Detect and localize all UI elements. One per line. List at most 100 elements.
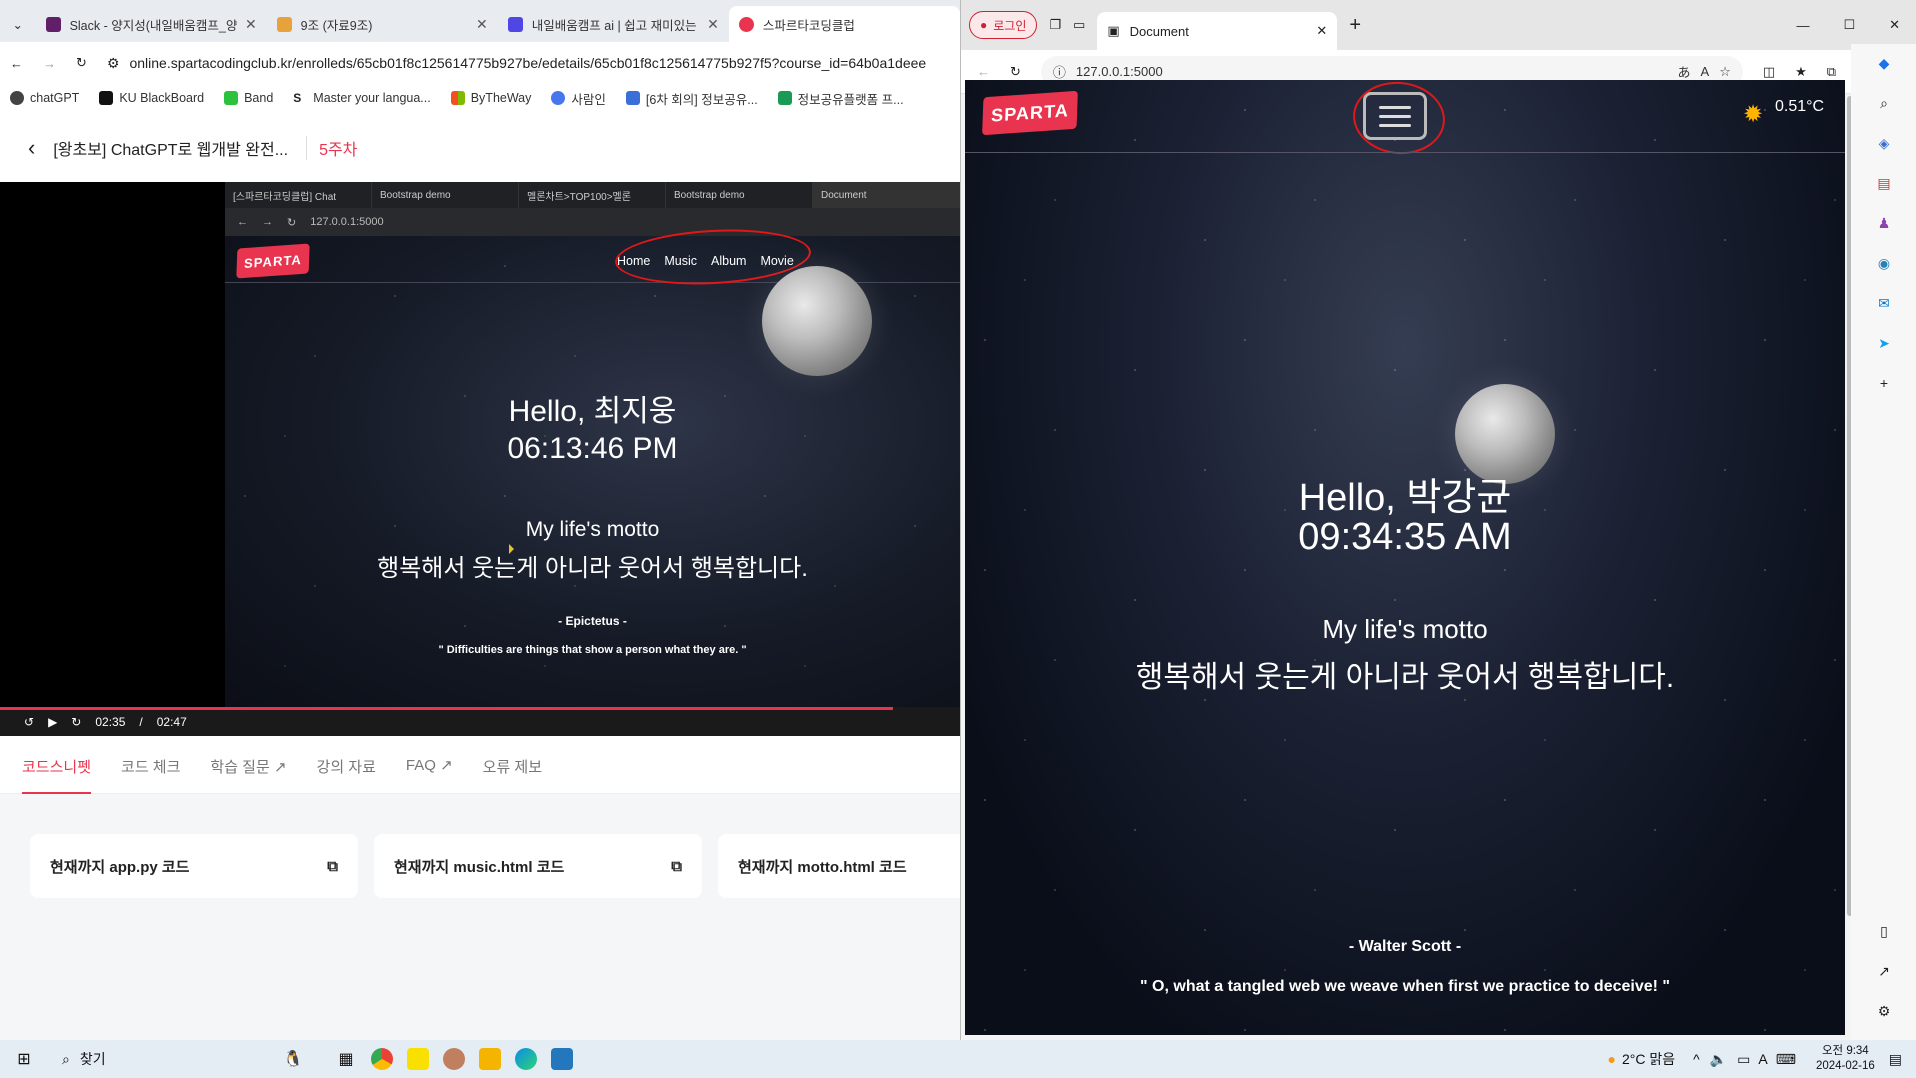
copy-icon[interactable]: ⧉ bbox=[671, 858, 682, 875]
copy-icon[interactable]: ⧉ bbox=[327, 858, 338, 875]
tab-questions[interactable]: 학습 질문 ↗ bbox=[210, 756, 286, 793]
back-icon[interactable]: ← bbox=[977, 64, 990, 79]
forward-10-icon[interactable]: ↻ bbox=[71, 715, 81, 729]
read-aloud-icon[interactable]: A bbox=[1701, 64, 1710, 79]
video-inner-browser: [스파르타코딩클럽] Chat Bootstrap demo 멜론차트>TOP1… bbox=[225, 182, 960, 707]
tab-document[interactable]: ▣ Document ✕ bbox=[1097, 12, 1338, 50]
tab-materials[interactable]: 강의 자료 bbox=[317, 756, 376, 793]
settings-icon[interactable]: ⚙ bbox=[1875, 1002, 1893, 1020]
external-link-icon: ↗ bbox=[440, 757, 453, 774]
bookmark-ku-blackboard[interactable]: KU BlackBoard bbox=[99, 91, 204, 105]
kakaotalk-icon[interactable] bbox=[400, 1041, 436, 1077]
bookmark-master-language[interactable]: S Master your langua... bbox=[293, 91, 431, 105]
tab-faq[interactable]: FAQ ↗ bbox=[406, 756, 453, 793]
weather-widget[interactable]: ● 2°C 맑음 bbox=[1608, 1049, 1676, 1069]
outlook-icon[interactable]: ✉ bbox=[1875, 294, 1893, 312]
open-external-icon[interactable]: ↗ bbox=[1875, 962, 1893, 980]
back-chevron-icon[interactable]: ‹ bbox=[28, 135, 35, 161]
document-icon bbox=[276, 16, 292, 32]
translate-icon[interactable]: あ bbox=[1678, 62, 1691, 81]
quote-author: - Walter Scott - bbox=[1348, 938, 1462, 955]
rewind-10-icon[interactable]: ↺ bbox=[24, 715, 34, 729]
snippet-card-motto[interactable]: 현재까지 motto.html 코드⧉ bbox=[718, 834, 960, 898]
task-view-icon[interactable]: ▦ bbox=[328, 1041, 364, 1077]
band-icon bbox=[224, 91, 239, 105]
add-icon[interactable]: + bbox=[1875, 374, 1893, 392]
volume-icon[interactable]: 🔈 bbox=[1710, 1051, 1727, 1068]
tab-code-snippet[interactable]: 코드스니펫 bbox=[22, 756, 92, 794]
keyboard-icon[interactable]: ⌨ bbox=[1776, 1051, 1796, 1068]
chevron-up-icon[interactable]: ^ bbox=[1693, 1051, 1700, 1067]
edge-tab-strip: ● 로그인 ❐ ▭ ▣ Document ✕ + — ☐ ✕ bbox=[961, 0, 1916, 50]
edge-icon[interactable] bbox=[508, 1041, 544, 1077]
address-bar[interactable]: ⚙ online.spartacodingclub.kr/enrolleds/65… bbox=[106, 47, 950, 79]
lesson-tabs: 코드스니펫 코드 체크 학습 질문 ↗ 강의 자료 FAQ ↗ 오류 제보 bbox=[0, 736, 960, 794]
bookmark-meeting[interactable]: [6차 회의] 정보공유... bbox=[625, 89, 758, 108]
tab-code-check[interactable]: 코드 체크 bbox=[121, 756, 180, 793]
send-icon[interactable]: ➤ bbox=[1875, 334, 1893, 352]
close-icon[interactable]: ✕ bbox=[245, 16, 257, 33]
split-screen-icon[interactable]: ◫ bbox=[1763, 64, 1775, 80]
tab-9jo[interactable]: 9조 (자료9조) ✕ bbox=[267, 6, 498, 42]
video-progress-bar[interactable] bbox=[0, 707, 893, 710]
search-icon[interactable]: ⌕ bbox=[1875, 94, 1893, 112]
reload-icon[interactable]: ↻ bbox=[76, 55, 87, 71]
tag-icon[interactable]: ◈ bbox=[1875, 134, 1893, 152]
windows-start-icon[interactable]: ⊞ bbox=[0, 1041, 48, 1077]
forward-icon[interactable]: → bbox=[43, 56, 56, 71]
bookmark-platform[interactable]: 정보공유플랫폼 프... bbox=[777, 89, 904, 108]
minimize-icon[interactable]: — bbox=[1796, 18, 1809, 33]
blackboard-icon bbox=[99, 91, 114, 105]
profile-button[interactable]: ● 로그인 bbox=[969, 11, 1038, 39]
bookmark-chatgpt[interactable]: chatGPT bbox=[10, 91, 79, 105]
cursor-icon bbox=[509, 544, 514, 554]
back-icon[interactable]: ← bbox=[10, 56, 23, 71]
toolbox-icon[interactable]: ▤ bbox=[1875, 174, 1893, 192]
new-tab-icon[interactable]: + bbox=[1349, 14, 1361, 37]
info-icon[interactable]: ⓘ bbox=[1053, 62, 1066, 81]
close-icon[interactable]: ✕ bbox=[1316, 23, 1327, 39]
user-icon: ● bbox=[980, 18, 988, 32]
input-mode[interactable]: A bbox=[1758, 1051, 1767, 1067]
favorite-icon[interactable]: ☆ bbox=[1719, 64, 1731, 80]
sidebar-layout-icon[interactable]: ▯ bbox=[1875, 922, 1893, 940]
window-close-icon[interactable]: ✕ bbox=[1889, 17, 1900, 33]
tab-actions-icon[interactable]: ▭ bbox=[1073, 17, 1085, 33]
video-player[interactable]: [스파르타코딩클럽] Chat Bootstrap demo 멜론차트>TOP1… bbox=[0, 182, 960, 736]
maximize-icon[interactable]: ☐ bbox=[1843, 17, 1855, 33]
close-icon[interactable]: ✕ bbox=[707, 16, 719, 33]
slack-icon bbox=[45, 16, 61, 32]
app-icon[interactable] bbox=[436, 1041, 472, 1077]
reload-icon[interactable]: ↻ bbox=[1010, 64, 1021, 80]
games-icon[interactable]: ♟ bbox=[1875, 214, 1893, 232]
display-icon[interactable]: ▭ bbox=[1737, 1051, 1750, 1068]
favorites-icon[interactable]: ★ bbox=[1795, 64, 1807, 80]
site-info-icon[interactable]: ⚙ bbox=[107, 55, 120, 72]
notification-icon[interactable]: ▤ bbox=[1889, 1051, 1902, 1068]
close-icon[interactable]: ✕ bbox=[476, 16, 488, 33]
file-explorer-icon[interactable] bbox=[472, 1041, 508, 1077]
tab-report-error[interactable]: 오류 제보 bbox=[483, 756, 542, 793]
copilot-icon[interactable]: ◆ bbox=[1875, 54, 1893, 72]
chatgpt-icon bbox=[10, 91, 24, 105]
chrome-icon[interactable] bbox=[364, 1041, 400, 1077]
collections-icon[interactable]: ⧉ bbox=[1827, 64, 1836, 80]
tab-list-button[interactable]: ⌄ bbox=[0, 6, 36, 42]
tab-slack[interactable]: Slack - 양지성(내일배움캠프_양 ✕ bbox=[36, 6, 267, 42]
workspaces-icon[interactable]: ❐ bbox=[1049, 17, 1061, 33]
inner-tab: 멜론차트>TOP100>멜론 bbox=[519, 182, 666, 208]
sheets-icon bbox=[777, 91, 792, 105]
tab-sparta[interactable]: 스파르타코딩클럽 bbox=[728, 6, 960, 42]
docs-icon bbox=[625, 91, 640, 105]
office-icon[interactable]: ◉ bbox=[1875, 254, 1893, 272]
tab-bootcamp[interactable]: 내일배움캠프 ai | 쉽고 재미있는 ✕ bbox=[498, 6, 729, 42]
bookmark-saramin[interactable]: 사람인 bbox=[551, 89, 606, 108]
clock[interactable]: 오전 9:34 2024-02-16 bbox=[1816, 1044, 1875, 1074]
taskbar-search[interactable]: ⌕ 찾기 bbox=[48, 1049, 258, 1069]
bookmark-band[interactable]: Band bbox=[224, 91, 273, 105]
snippet-card-music[interactable]: 현재까지 music.html 코드 ⧉ bbox=[374, 834, 702, 898]
vscode-icon[interactable] bbox=[544, 1041, 580, 1077]
bookmark-bytheway[interactable]: ByTheWay bbox=[450, 91, 531, 105]
snippet-card-app[interactable]: 현재까지 app.py 코드 ⧉ bbox=[30, 834, 358, 898]
play-icon[interactable]: ▶ bbox=[48, 715, 57, 729]
